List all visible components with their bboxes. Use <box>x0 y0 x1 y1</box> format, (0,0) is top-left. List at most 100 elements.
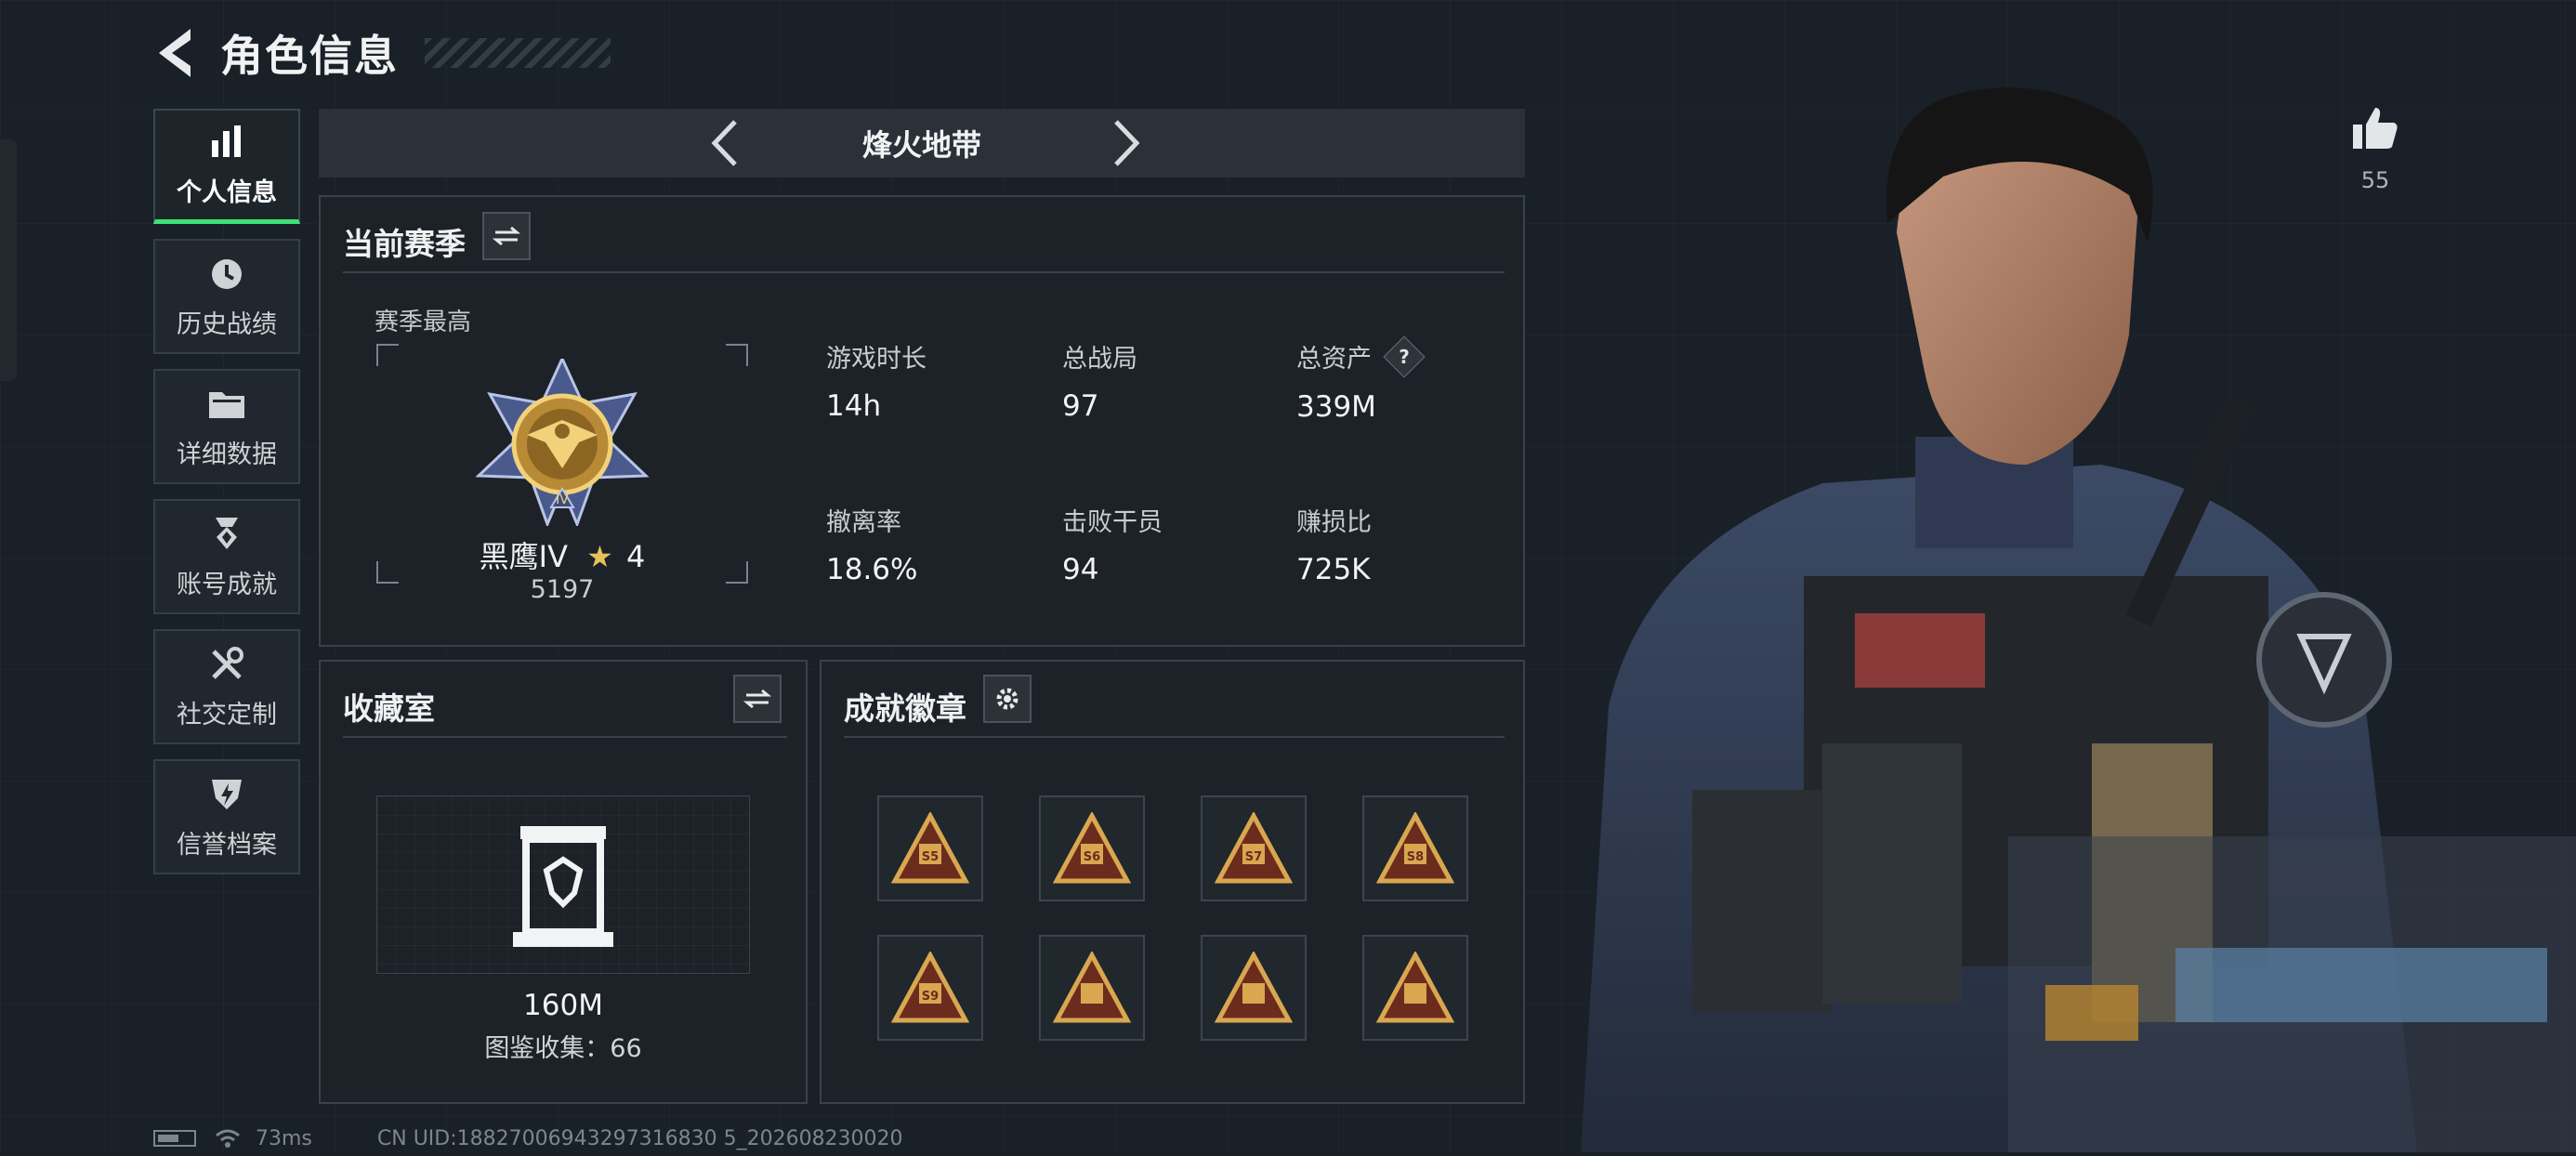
stat-label: 赚损比 <box>1296 508 1372 537</box>
sidebar-item-personal-info[interactable]: 个人信息 <box>153 109 300 224</box>
collection-title: 收藏室 <box>343 690 435 727</box>
sidebar: 个人信息 历史战绩 详细数据 账号成就 社交定制 信誉档案 <box>153 109 300 889</box>
triangle-badge-icon: S5 <box>891 812 969 884</box>
achievement-badge[interactable]: S5 <box>877 795 983 901</box>
medal-icon <box>206 514 247 555</box>
rank-name: 黑鹰IV <box>479 539 568 574</box>
divider <box>844 736 1505 738</box>
season-title: 当前赛季 <box>343 226 466 262</box>
folder-icon <box>206 384 247 425</box>
stat-value: 18.6% <box>826 553 918 586</box>
stat-profit-loss: 赚损比 725K <box>1296 502 1372 586</box>
black-hawk-rank-icon: IV <box>475 359 650 526</box>
divider <box>343 271 1505 273</box>
shield-icon <box>206 774 247 815</box>
battery-icon <box>153 1130 196 1147</box>
mode-title: 烽火地带 <box>861 127 981 163</box>
triangle-badge-icon: S9 <box>891 952 969 1023</box>
triangle-badge-icon <box>1215 952 1293 1023</box>
sidebar-item-label: 详细数据 <box>177 440 277 469</box>
sidebar-item-achievements[interactable]: 账号成就 <box>153 499 300 614</box>
character-model[interactable] <box>1525 0 2576 1152</box>
stat-label: 总战局 <box>1062 345 1137 374</box>
ping-value: 73ms <box>256 1126 312 1150</box>
stat-extract-rate: 撤离率 18.6% <box>826 502 917 586</box>
tools-icon <box>206 644 247 685</box>
collection-display <box>376 795 750 974</box>
badge-label: S7 <box>1245 850 1262 864</box>
triangle-badge-icon <box>1053 952 1131 1023</box>
rank-name-row: 黑鹰IV ★ 4 <box>321 533 804 576</box>
clock-icon <box>206 254 247 295</box>
sidebar-item-detailed-data[interactable]: 详细数据 <box>153 369 300 484</box>
achievement-badge[interactable]: S7 <box>1201 795 1307 901</box>
collection-panel[interactable]: 收藏室 160M 图鉴收集：66 <box>319 660 808 1104</box>
achievement-grid: S5 S6 S7 S8 S9 <box>877 795 1468 1041</box>
status-bar: 73ms CN UID:18827006943297316830 5_20260… <box>153 1126 903 1150</box>
stat-value: 339M <box>1296 389 1376 424</box>
collection-value: 160M <box>523 989 603 1022</box>
back-arrow-icon[interactable] <box>153 25 200 81</box>
stat-label: 撤离率 <box>826 508 901 537</box>
sidebar-item-label: 社交定制 <box>177 700 277 729</box>
prev-mode-arrow-icon[interactable] <box>702 118 752 168</box>
stat-label: 击败干员 <box>1062 508 1163 537</box>
help-icon[interactable]: ? <box>1382 335 1426 378</box>
achievements-settings-button[interactable] <box>983 675 1032 723</box>
sidebar-item-social-custom[interactable]: 社交定制 <box>153 629 300 744</box>
next-mode-arrow-icon[interactable] <box>1099 118 1150 168</box>
like-button[interactable]: 55 <box>2344 102 2407 193</box>
triangle-badge-icon: S7 <box>1215 812 1293 884</box>
stat-play-time: 游戏时长 14h <box>826 338 927 423</box>
achievement-badge[interactable]: S9 <box>877 935 983 1041</box>
stat-label: 游戏时长 <box>826 345 927 374</box>
uid-text: CN UID:18827006943297316830 5_2026082300… <box>376 1126 903 1150</box>
stat-total-matches: 总战局 97 <box>1062 338 1137 423</box>
badge-label: S8 <box>1407 850 1424 864</box>
like-count: 55 <box>2360 167 2390 193</box>
sidebar-item-label: 信誉档案 <box>177 830 277 860</box>
help-text: ? <box>1398 345 1410 368</box>
triangle-badge-icon <box>1376 952 1454 1023</box>
collection-count: 图鉴收集：66 <box>484 1034 642 1063</box>
season-switch-button[interactable] <box>482 212 531 260</box>
achievements-title: 成就徽章 <box>844 690 966 727</box>
sidebar-item-credit-record[interactable]: 信誉档案 <box>153 759 300 874</box>
showcase-icon <box>513 826 613 947</box>
title-decoration <box>425 38 611 68</box>
sidebar-item-label: 历史战绩 <box>177 309 277 339</box>
edge-handle[interactable] <box>0 139 17 381</box>
swap-icon <box>493 226 520 246</box>
stat-label: 总资产 ? <box>1296 335 1426 378</box>
stat-label-text: 总资产 <box>1296 345 1372 374</box>
rank-score: 5197 <box>530 575 595 604</box>
achievement-badge[interactable] <box>1201 935 1307 1041</box>
achievements-panel: 成就徽章 S5 S6 S7 S8 S9 <box>820 660 1525 1104</box>
thumbs-up-icon <box>2353 108 2398 149</box>
sidebar-item-history[interactable]: 历史战绩 <box>153 239 300 354</box>
achievement-badge[interactable]: S6 <box>1039 795 1145 901</box>
stat-value: 14h <box>826 389 882 423</box>
soldier-character-image <box>1581 87 2576 1152</box>
stat-total-assets: 总资产 ? 339M <box>1296 335 1426 424</box>
gear-icon <box>996 688 1019 710</box>
achievement-badge[interactable] <box>1362 935 1468 1041</box>
page-title: 角色信息 <box>220 31 399 81</box>
achievement-badge[interactable]: S8 <box>1362 795 1468 901</box>
badge-label: S6 <box>1084 850 1100 864</box>
sidebar-item-label: 个人信息 <box>177 178 277 207</box>
stat-value: 725K <box>1296 553 1371 586</box>
sidebar-item-label: 账号成就 <box>177 570 277 599</box>
divider <box>343 736 787 738</box>
season-panel: 当前赛季 赛季最高 IV 黑鹰IV ★ 4 5197 游戏时长 14h 总战局 … <box>319 195 1525 647</box>
stat-value: 94 <box>1062 553 1099 586</box>
star-icon: ★ <box>586 539 613 574</box>
stat-value: 97 <box>1062 389 1099 423</box>
season-best-label: 赛季最高 <box>375 309 472 336</box>
wifi-icon <box>216 1129 240 1148</box>
svg-text:IV: IV <box>556 493 569 507</box>
badge-label: S5 <box>922 850 939 864</box>
triangle-badge-icon: S8 <box>1376 812 1454 884</box>
achievement-badge[interactable] <box>1039 935 1145 1041</box>
collection-switch-button[interactable] <box>733 675 782 723</box>
